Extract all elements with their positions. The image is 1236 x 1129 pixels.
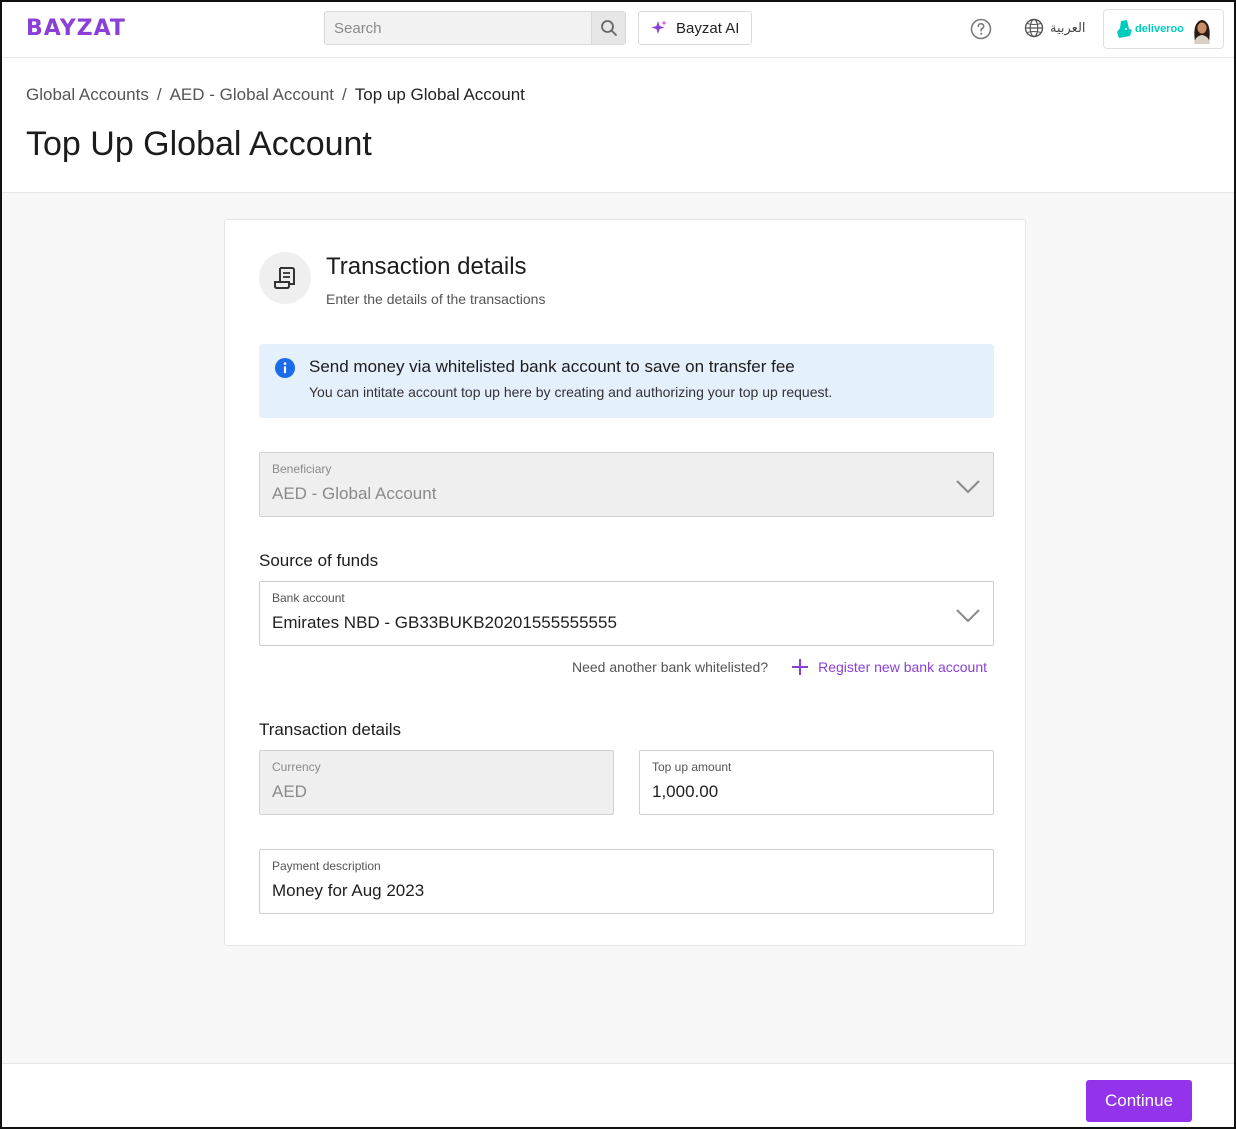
bank-account-select[interactable]: Bank account Emirates NBD - GB33BUKB2020… bbox=[259, 581, 994, 646]
continue-button[interactable]: Continue bbox=[1086, 1080, 1192, 1122]
page-header: Global Accounts / AED - Global Account /… bbox=[2, 58, 1234, 193]
company-logo: deliveroo bbox=[1116, 20, 1184, 38]
register-bank-account-link[interactable]: Register new bank account bbox=[790, 657, 987, 677]
search-icon bbox=[600, 20, 617, 36]
register-link-label: Register new bank account bbox=[818, 659, 987, 675]
breadcrumb-separator: / bbox=[342, 85, 347, 104]
footer-bar: Continue bbox=[2, 1063, 1234, 1127]
info-banner-text: You can intitate account top up here by … bbox=[309, 384, 833, 400]
chevron-down-icon bbox=[956, 609, 980, 623]
search-input[interactable] bbox=[325, 12, 591, 44]
main-content: Transaction details Enter the details of… bbox=[2, 193, 1234, 1063]
beneficiary-value: AED - Global Account bbox=[272, 484, 437, 503]
top-up-amount-value: 1,000.00 bbox=[652, 782, 719, 801]
currency-field: Currency AED bbox=[259, 750, 614, 815]
breadcrumb-separator: / bbox=[156, 85, 162, 104]
bayzat-ai-button[interactable]: Bayzat AI bbox=[638, 11, 752, 45]
top-bar: BAYZAT Bayzat AI bbox=[2, 2, 1234, 58]
beneficiary-label: Beneficiary bbox=[272, 462, 332, 476]
user-avatar[interactable] bbox=[1189, 16, 1215, 44]
breadcrumb-aed-global-account[interactable]: AED - Global Account bbox=[170, 85, 334, 105]
transaction-card: Transaction details Enter the details of… bbox=[224, 219, 1026, 946]
payment-description-label: Payment description bbox=[272, 859, 381, 873]
source-of-funds-heading: Source of funds bbox=[259, 551, 379, 570]
sparkle-icon bbox=[651, 20, 667, 34]
top-up-amount-field[interactable]: Top up amount 1,000.00 bbox=[639, 750, 994, 815]
search-box bbox=[324, 11, 626, 45]
company-switcher[interactable]: deliveroo bbox=[1103, 9, 1224, 49]
payment-description-field[interactable]: Payment description Money for Aug 2023 bbox=[259, 849, 994, 914]
breadcrumb-global-accounts[interactable]: Global Accounts bbox=[26, 85, 149, 105]
app-window: BAYZAT Bayzat AI bbox=[0, 0, 1236, 1129]
company-name: deliveroo bbox=[1135, 23, 1184, 35]
info-banner: Send money via whitelisted bank account … bbox=[259, 344, 994, 418]
payment-description-value: Money for Aug 2023 bbox=[272, 881, 425, 900]
beneficiary-select[interactable]: Beneficiary AED - Global Account bbox=[259, 452, 994, 517]
receipt-icon bbox=[274, 267, 295, 289]
card-title: Transaction details bbox=[326, 253, 527, 280]
language-switcher[interactable]: العربية bbox=[1024, 18, 1086, 38]
page-title: Top Up Global Account bbox=[26, 125, 372, 163]
info-icon bbox=[275, 358, 295, 378]
deliveroo-kangaroo-icon bbox=[1117, 20, 1132, 38]
card-subtitle: Enter the details of the transactions bbox=[326, 291, 546, 307]
breadcrumb: Global Accounts / AED - Global Account /… bbox=[26, 85, 525, 105]
info-banner-title: Send money via whitelisted bank account … bbox=[309, 357, 795, 376]
whitelist-question: Need another bank whitelisted? bbox=[571, 659, 769, 675]
whitelist-row: Need another bank whitelisted? Register … bbox=[557, 657, 987, 677]
currency-value: AED bbox=[272, 782, 307, 801]
bayzat-logo[interactable]: BAYZAT bbox=[26, 16, 126, 41]
bank-account-label: Bank account bbox=[272, 591, 345, 605]
currency-label: Currency bbox=[272, 760, 321, 774]
transaction-details-heading: Transaction details bbox=[259, 720, 402, 739]
card-icon-circle bbox=[259, 252, 311, 304]
top-up-amount-label: Top up amount bbox=[652, 760, 732, 774]
chevron-down-icon bbox=[956, 480, 980, 494]
help-circle-icon[interactable] bbox=[970, 18, 992, 40]
bank-account-value: Emirates NBD - GB33BUKB20201555555555 bbox=[272, 613, 617, 632]
search-button[interactable] bbox=[591, 12, 625, 44]
language-label: العربية bbox=[1050, 20, 1086, 35]
bayzat-ai-label: Bayzat AI bbox=[676, 19, 740, 37]
plus-icon bbox=[792, 659, 809, 675]
breadcrumb-current: Top up Global Account bbox=[354, 85, 525, 104]
globe-icon bbox=[1024, 18, 1044, 38]
